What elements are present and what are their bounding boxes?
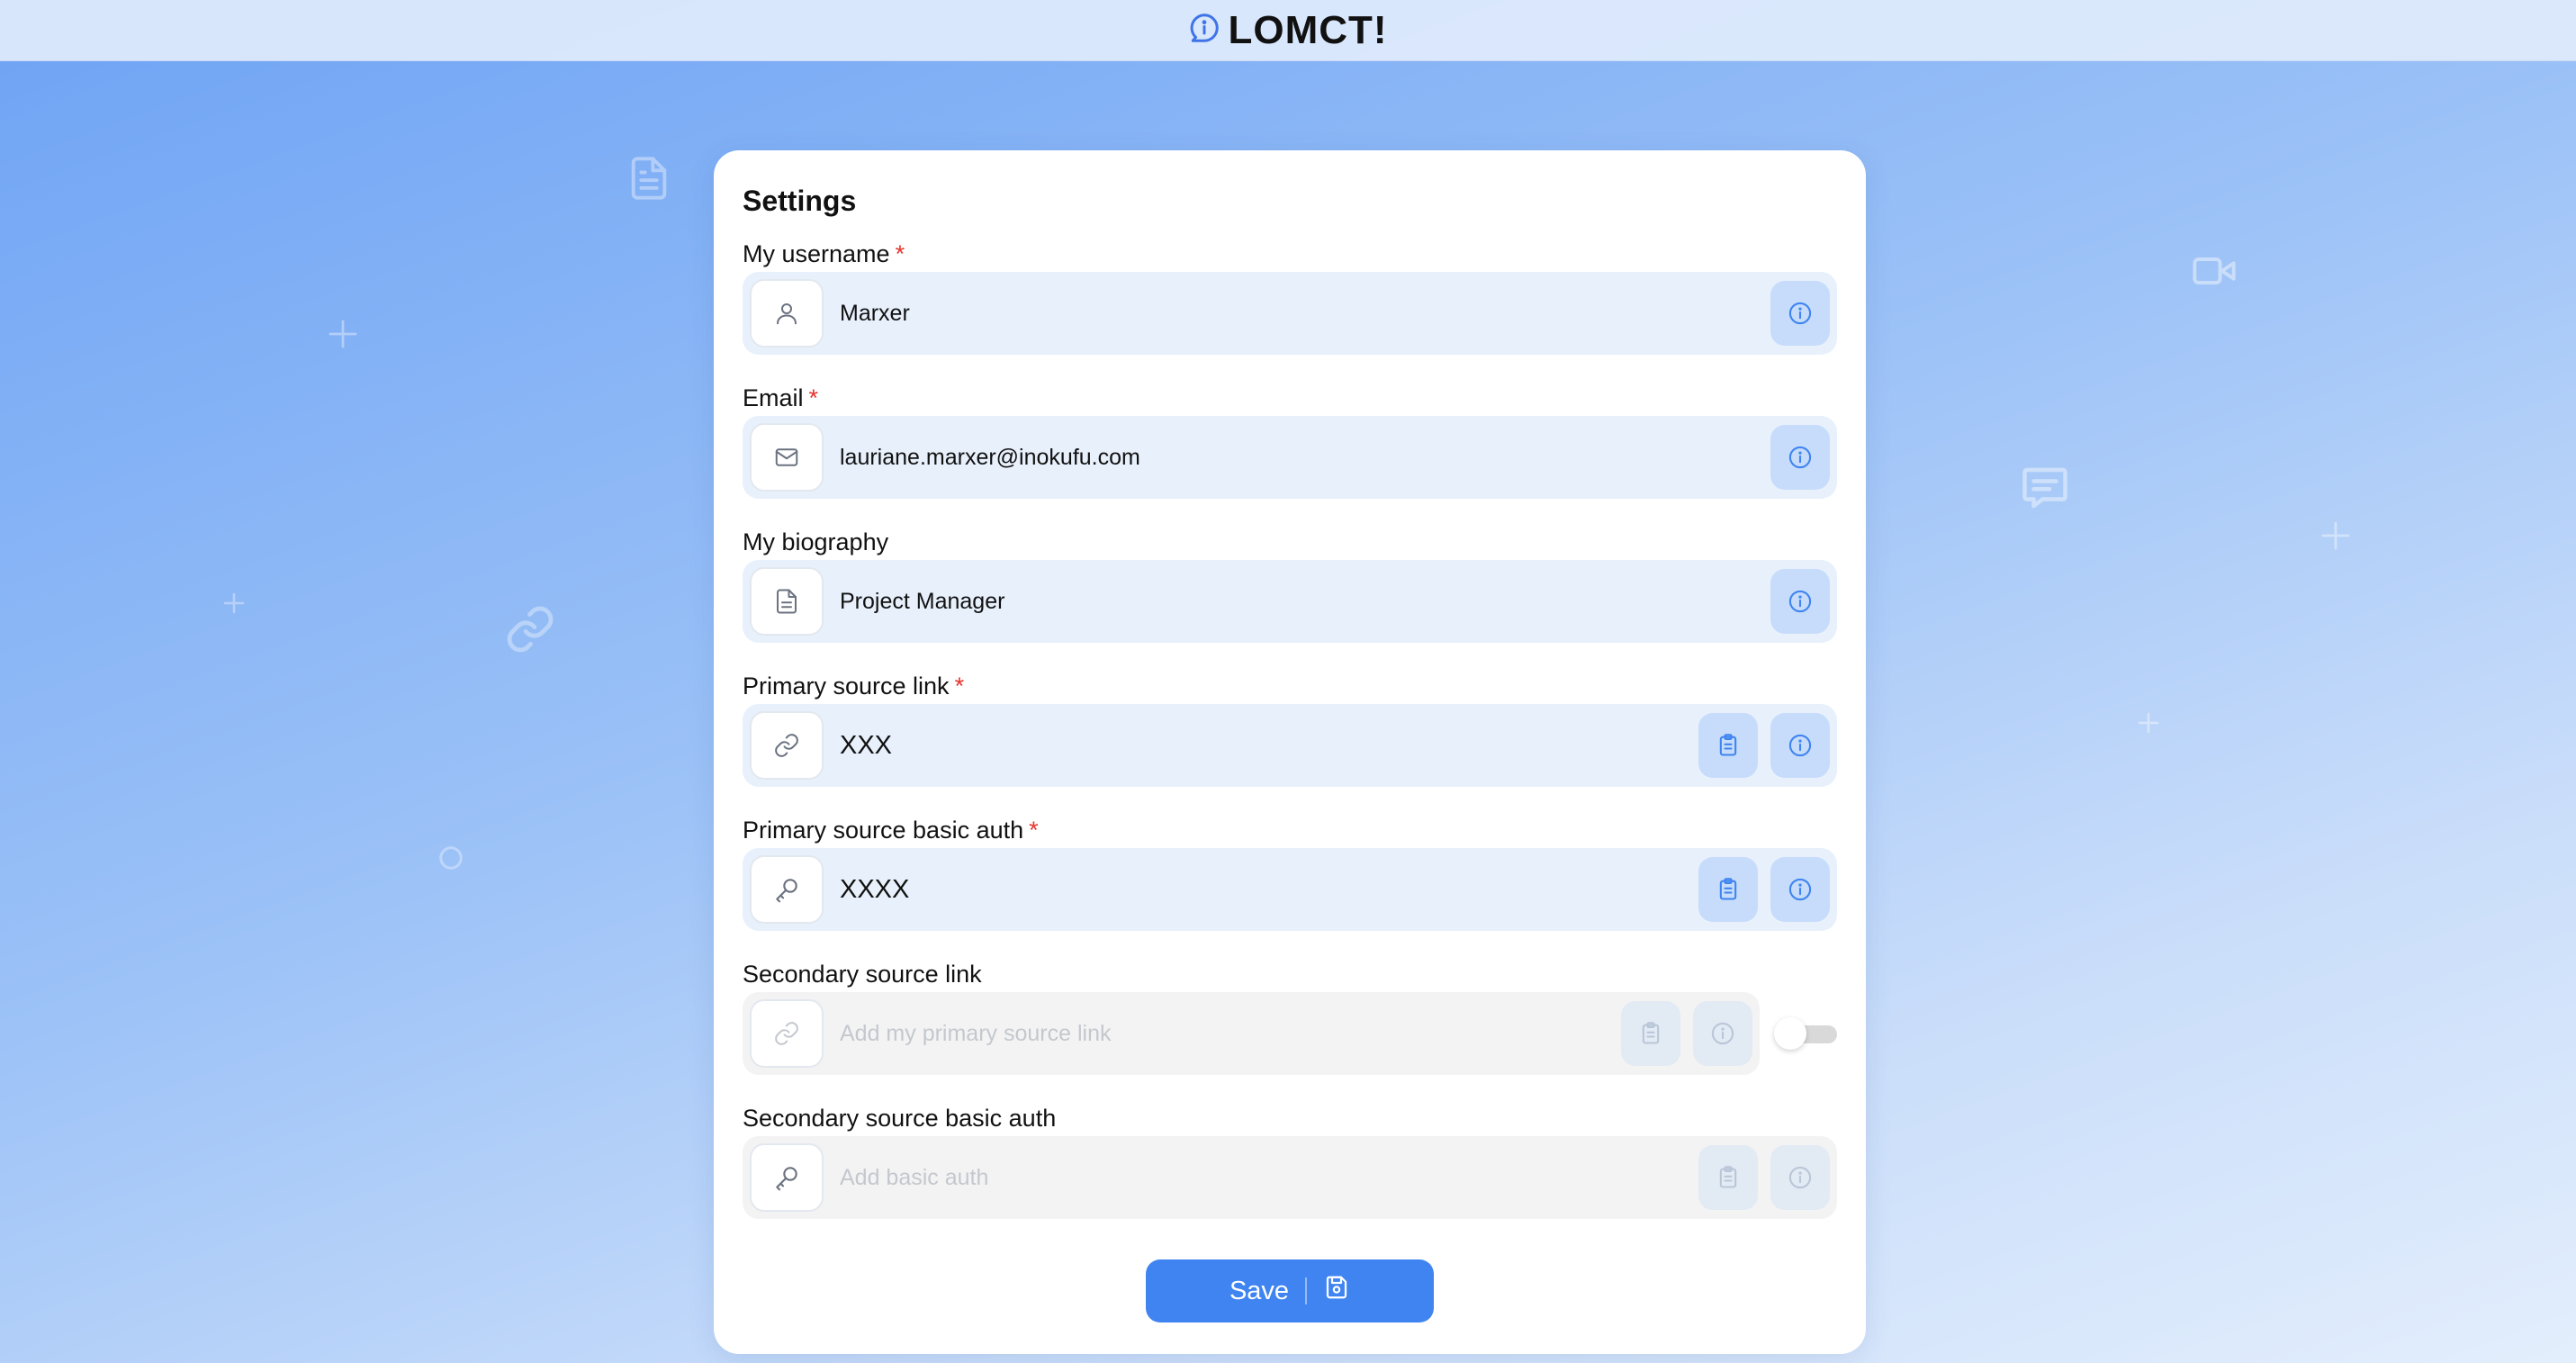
username-value[interactable]: Marxer xyxy=(840,301,1758,327)
video-deco-icon xyxy=(2189,248,2239,294)
secondary-source-toggle[interactable] xyxy=(1774,1017,1837,1050)
link-deco-icon xyxy=(504,603,556,655)
secondary-source-link-input[interactable]: Add my primary source link xyxy=(743,992,1760,1075)
field-username: My username * Marxer xyxy=(743,236,1837,380)
plus-deco-icon xyxy=(324,315,362,353)
key-icon xyxy=(750,1143,824,1212)
secondary-source-auth-placeholder[interactable]: Add basic auth xyxy=(840,1165,1686,1191)
circle-deco-icon xyxy=(437,844,464,871)
field-label: Primary source basic auth xyxy=(743,817,1024,844)
field-label: Primary source link xyxy=(743,672,950,700)
clipboard-icon xyxy=(1719,734,1737,756)
field-label: My biography xyxy=(743,528,889,555)
biography-input[interactable]: Project Manager xyxy=(743,560,1837,643)
info-button[interactable] xyxy=(1770,1145,1830,1210)
primary-source-link-value[interactable]: XXX xyxy=(840,731,1686,761)
field-primary-source-link: Primary source link * XXX xyxy=(743,668,1837,812)
link-icon xyxy=(750,999,824,1068)
app-name: LOMCT! xyxy=(1228,7,1388,52)
field-secondary-source-link: Secondary source link Add my primary sou… xyxy=(743,956,1837,1100)
field-email: Email * lauriane.marxer@inokufu.com xyxy=(743,380,1837,524)
document-deco-icon xyxy=(626,153,672,203)
info-button[interactable] xyxy=(1770,281,1830,346)
top-bar: LOMCT! xyxy=(0,0,2576,61)
info-button[interactable] xyxy=(1693,1001,1752,1066)
clipboard-icon xyxy=(1642,1022,1660,1044)
plus-deco-icon xyxy=(221,590,248,617)
clipboard-button[interactable] xyxy=(1698,857,1758,922)
primary-source-auth-input[interactable]: XXXX xyxy=(743,848,1837,931)
required-marker: * xyxy=(895,240,905,267)
info-button[interactable] xyxy=(1770,857,1830,922)
field-biography: My biography Project Manager xyxy=(743,524,1837,668)
info-icon xyxy=(1788,734,1812,757)
field-label: Secondary source link xyxy=(743,961,982,988)
settings-card: Settings My username * Marxer Email * la… xyxy=(714,150,1866,1354)
info-button[interactable] xyxy=(1770,569,1830,634)
link-icon xyxy=(750,711,824,780)
chat-info-logo-icon xyxy=(1188,12,1220,49)
info-button[interactable] xyxy=(1770,425,1830,490)
secondary-source-link-placeholder[interactable]: Add my primary source link xyxy=(840,1021,1608,1047)
plus-deco-icon xyxy=(2135,709,2162,736)
username-input[interactable]: Marxer xyxy=(743,272,1837,355)
clipboard-button[interactable] xyxy=(1621,1001,1680,1066)
required-marker: * xyxy=(1029,817,1039,844)
info-icon xyxy=(1788,878,1812,901)
save-icon xyxy=(1323,1274,1350,1308)
field-label: Secondary source basic auth xyxy=(743,1105,1057,1132)
info-icon xyxy=(1788,302,1812,325)
info-icon xyxy=(1788,446,1812,469)
info-icon xyxy=(1788,590,1812,613)
clipboard-button[interactable] xyxy=(1698,713,1758,778)
email-input[interactable]: lauriane.marxer@inokufu.com xyxy=(743,416,1837,499)
clipboard-icon xyxy=(1719,878,1737,900)
secondary-source-auth-input[interactable]: Add basic auth xyxy=(743,1136,1837,1219)
save-label: Save xyxy=(1229,1276,1290,1305)
document-icon xyxy=(750,567,824,636)
save-button[interactable]: Save xyxy=(1146,1259,1434,1322)
field-primary-source-auth: Primary source basic auth * XXXX xyxy=(743,812,1837,956)
chat-deco-icon xyxy=(2018,461,2072,515)
mail-icon xyxy=(750,423,824,492)
info-icon xyxy=(1711,1022,1734,1045)
field-label: Email xyxy=(743,384,804,411)
clipboard-button[interactable] xyxy=(1698,1145,1758,1210)
key-icon xyxy=(750,855,824,924)
required-marker: * xyxy=(808,384,819,411)
plus-deco-icon xyxy=(2317,517,2355,555)
brand[interactable]: LOMCT! xyxy=(1188,8,1387,53)
info-button[interactable] xyxy=(1770,713,1830,778)
email-value[interactable]: lauriane.marxer@inokufu.com xyxy=(840,445,1758,471)
field-secondary-source-auth: Secondary source basic auth Add basic au… xyxy=(743,1100,1837,1244)
biography-value[interactable]: Project Manager xyxy=(840,589,1758,615)
page-title: Settings xyxy=(743,185,857,217)
primary-source-link-input[interactable]: XXX xyxy=(743,704,1837,787)
primary-source-auth-value[interactable]: XXXX xyxy=(840,875,1686,905)
clipboard-icon xyxy=(1719,1166,1737,1188)
required-marker: * xyxy=(954,672,965,700)
user-icon xyxy=(750,279,824,348)
info-icon xyxy=(1788,1166,1812,1189)
field-label: My username xyxy=(743,240,890,267)
